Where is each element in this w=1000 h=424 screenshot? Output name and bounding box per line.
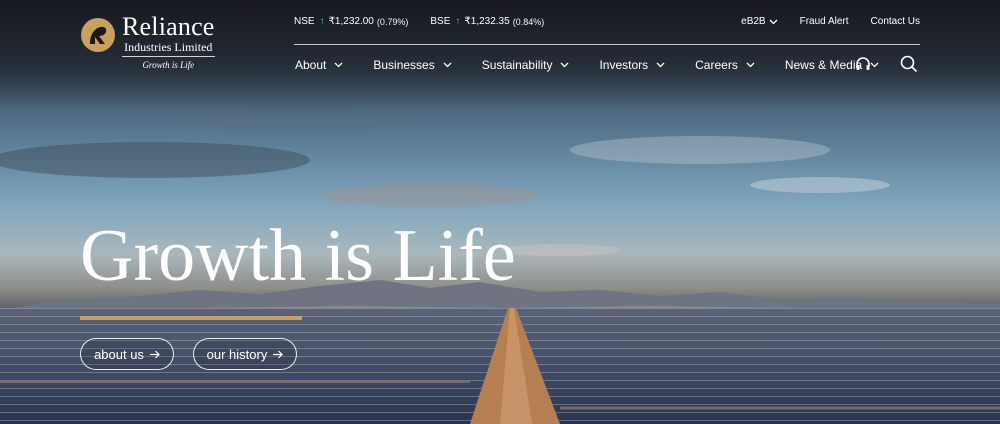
- chevron-down-icon: [746, 62, 755, 68]
- arrow-right-icon: [273, 350, 284, 358]
- ticker-nse[interactable]: NSE ↑ ₹1,232.00 (0.79%): [294, 16, 408, 27]
- util-link-contact-us[interactable]: Contact Us: [871, 16, 920, 27]
- arrow-up-icon: ↑: [319, 16, 325, 27]
- headline-underline: [80, 316, 302, 320]
- ticker-exchange: BSE: [430, 16, 451, 27]
- arrow-right-icon: [149, 350, 160, 358]
- util-link-fraud-alert[interactable]: Fraud Alert: [800, 16, 849, 27]
- util-link-eb2b[interactable]: eB2B: [741, 16, 778, 27]
- our-history-button[interactable]: our history: [193, 338, 297, 370]
- nav-item-careers[interactable]: Careers: [695, 58, 755, 72]
- ticker-exchange: NSE: [294, 16, 315, 27]
- nav-label: News & Media: [784, 58, 863, 72]
- utility-links: eB2B Fraud Alert Contact Us: [741, 16, 920, 27]
- chevron-down-icon: [656, 62, 665, 68]
- ticker-price: ₹1,232.35: [464, 16, 510, 27]
- hero-headline: Growth is Life: [80, 215, 516, 297]
- about-us-button[interactable]: about us: [80, 338, 174, 370]
- headphones-icon[interactable]: [855, 56, 871, 72]
- brand-name: Reliance: [122, 12, 215, 41]
- reliance-logo-icon: [81, 18, 115, 52]
- util-link-label: Fraud Alert: [799, 16, 849, 27]
- nav-label: Businesses: [373, 58, 435, 72]
- ticker-price: ₹1,232.00: [328, 16, 374, 27]
- header-divider: [294, 44, 920, 45]
- search-icon[interactable]: [900, 55, 918, 73]
- chevron-down-icon: [870, 62, 879, 68]
- button-label: our history: [206, 346, 268, 362]
- ticker-change: (0.84%): [512, 16, 545, 27]
- brand-logo[interactable]: Reliance Industries Limited Growth is Li…: [80, 14, 215, 71]
- hero-section: Reliance Industries Limited Growth is Li…: [0, 0, 1000, 424]
- chevron-down-icon: [334, 62, 343, 68]
- arrow-up-icon: ↑: [455, 16, 461, 27]
- nav-label: Sustainability: [481, 58, 553, 72]
- ticker-bse[interactable]: BSE ↑ ₹1,232.35 (0.84%): [430, 16, 544, 27]
- nav-item-about[interactable]: About: [295, 58, 343, 72]
- chevron-down-icon: [769, 19, 778, 24]
- stock-ticker: NSE ↑ ₹1,232.00 (0.79%) BSE ↑ ₹1,232.35 …: [294, 16, 566, 27]
- chevron-down-icon: [560, 62, 569, 68]
- brand-subtitle: Industries Limited: [122, 40, 215, 57]
- nav-label: About: [295, 58, 327, 72]
- main-nav: About Businesses Sustainability Investor…: [295, 58, 909, 72]
- brand-tagline: Growth is Life: [142, 60, 195, 70]
- nav-item-businesses[interactable]: Businesses: [373, 58, 452, 72]
- util-link-label: eB2B: [741, 16, 766, 27]
- button-label: about us: [94, 346, 144, 362]
- nav-item-sustainability[interactable]: Sustainability: [482, 58, 570, 72]
- chevron-down-icon: [443, 62, 452, 68]
- nav-label: Investors: [599, 58, 649, 72]
- nav-label: Careers: [695, 58, 738, 72]
- util-link-label: Contact Us: [870, 16, 920, 27]
- ticker-change: (0.79%): [376, 16, 409, 27]
- nav-item-investors[interactable]: Investors: [599, 58, 665, 72]
